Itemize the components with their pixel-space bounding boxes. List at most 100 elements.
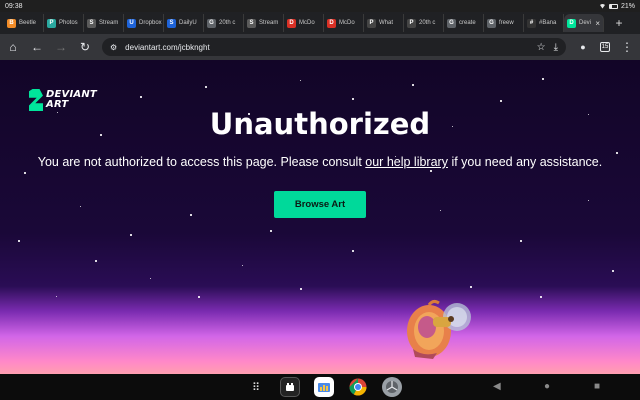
tab-favicon-icon: S xyxy=(247,18,256,28)
tab-list: B Beetle P Photos S Stream U Dropbox S DailyU G 20t… xyxy=(4,14,604,32)
tab-label: Devi xyxy=(579,20,592,26)
battery-icon xyxy=(608,3,618,9)
tab-close-icon[interactable]: × xyxy=(595,19,600,28)
settings-app-icon[interactable] xyxy=(382,377,402,397)
browser-tab[interactable]: Gfreew xyxy=(484,14,524,32)
tab-label: DailyU xyxy=(179,20,197,26)
tab-favicon-icon: D xyxy=(567,18,576,28)
star xyxy=(140,96,142,98)
message-text-start: You are not authorized to access this pa… xyxy=(37,155,366,169)
tab-label: 20th c xyxy=(419,20,436,26)
tab-favicon-icon: # xyxy=(527,18,536,28)
message-text-end: if you need any assistance. xyxy=(447,155,603,169)
help-library-link[interactable]: our help library xyxy=(365,155,448,169)
tab-label: create xyxy=(459,20,476,26)
star xyxy=(540,296,542,298)
more-icon[interactable]: ⋮ xyxy=(620,40,634,54)
tab-label: McDo xyxy=(339,20,355,26)
star xyxy=(300,80,301,81)
back-icon[interactable]: ← xyxy=(30,40,44,54)
files-app-icon[interactable] xyxy=(314,377,334,397)
status-bar: 09:38 21% xyxy=(0,0,640,12)
wifi-icon xyxy=(598,3,606,9)
browser-tab[interactable]: D McDo xyxy=(324,14,364,32)
app-drawer-icon[interactable]: ⠿ xyxy=(246,377,266,397)
mic-icon[interactable]: ● xyxy=(576,40,590,54)
browser-tab[interactable]: S DailyU xyxy=(164,14,204,32)
browser-tab[interactable]: D Devi × xyxy=(564,14,604,32)
browser-tab[interactable]: B Beetle xyxy=(4,14,44,32)
browser-tab[interactable]: # #Bana xyxy=(524,14,564,32)
browser-tab[interactable]: Gcreate xyxy=(444,14,484,32)
system-nav-bar: ⠿ ◀ ● ■ xyxy=(0,374,640,400)
star xyxy=(80,206,81,207)
star xyxy=(130,234,132,236)
mascot-illustration xyxy=(407,299,471,359)
bookmark-star-icon[interactable]: ☆ xyxy=(537,42,546,53)
tab-favicon-icon: P xyxy=(47,18,56,28)
battery-level: 21% xyxy=(620,2,635,10)
star xyxy=(616,152,618,154)
browser-tab[interactable]: U Dropbox xyxy=(124,14,164,32)
download-icon[interactable]: ⤓ xyxy=(554,42,558,53)
tab-favicon-icon: G xyxy=(207,18,216,28)
star xyxy=(412,84,414,86)
app-icon-1[interactable] xyxy=(280,377,300,397)
star xyxy=(430,170,432,172)
reload-icon[interactable]: ↻ xyxy=(78,40,92,54)
browser-tab[interactable]: P What xyxy=(364,14,404,32)
star xyxy=(190,214,192,216)
site-settings-icon[interactable]: ⚙ xyxy=(110,43,117,52)
star xyxy=(198,296,200,298)
new-tab-button[interactable]: + xyxy=(610,16,628,30)
star xyxy=(270,230,272,232)
tab-switcher-icon[interactable]: 15 xyxy=(600,42,610,52)
browser-tab[interactable]: G 20th c xyxy=(204,14,244,32)
star xyxy=(542,78,544,80)
tab-favicon-icon: S xyxy=(87,18,96,28)
star xyxy=(520,240,522,242)
tab-label: 20th c xyxy=(219,20,236,26)
chrome-icon[interactable] xyxy=(348,377,368,397)
nav-home-icon[interactable]: ● xyxy=(544,381,550,393)
star xyxy=(24,172,26,174)
nav-recents-icon[interactable]: ■ xyxy=(594,381,600,393)
tab-label: Dropbox xyxy=(139,20,162,26)
tab-label: Photos xyxy=(59,20,78,26)
browser-toolbar: ⌂ ← → ↻ ⚙ deviantart.com/jcbknght ☆ ⤓ ● … xyxy=(0,34,640,60)
nav-back-icon[interactable]: ◀ xyxy=(493,381,501,393)
tab-favicon-icon: S xyxy=(167,18,176,28)
browser-tab[interactable]: P 20th c xyxy=(404,14,444,32)
forward-icon[interactable]: → xyxy=(54,40,68,54)
star xyxy=(612,270,614,272)
tab-label: freew xyxy=(499,20,514,26)
browser-tab[interactable]: S Stream xyxy=(244,14,284,32)
browser-tab[interactable]: D McDo xyxy=(284,14,324,32)
tab-favicon-icon: D xyxy=(287,18,296,28)
error-message: You are not authorized to access this pa… xyxy=(0,155,640,169)
page-title: Unauthorized xyxy=(209,107,431,141)
star xyxy=(352,98,354,100)
tab-favicon-icon: U xyxy=(127,18,136,28)
home-icon[interactable]: ⌂ xyxy=(6,40,20,54)
browser-tab[interactable]: P Photos xyxy=(44,14,84,32)
star xyxy=(500,100,502,102)
star xyxy=(440,210,441,211)
star xyxy=(588,200,589,201)
address-bar[interactable]: ⚙ deviantart.com/jcbknght ☆ ⤓ xyxy=(102,38,566,56)
url-text[interactable]: deviantart.com/jcbknght xyxy=(125,43,210,52)
tab-label: Stream xyxy=(259,20,279,26)
tab-favicon-icon: D xyxy=(327,18,336,28)
tab-label: What xyxy=(379,20,394,26)
star xyxy=(352,250,354,252)
star xyxy=(300,288,302,290)
tab-favicon-icon: G xyxy=(447,18,456,28)
star xyxy=(205,86,207,88)
clock: 09:38 xyxy=(5,2,23,10)
tab-label: Beetle xyxy=(19,20,37,26)
browser-tab[interactable]: S Stream xyxy=(84,14,124,32)
star xyxy=(95,260,97,262)
tab-strip: B Beetle P Photos S Stream U Dropbox S DailyU G 20t… xyxy=(0,12,640,34)
tab-label: McDo xyxy=(299,20,315,26)
browse-art-button[interactable]: Browse Art xyxy=(274,191,366,218)
